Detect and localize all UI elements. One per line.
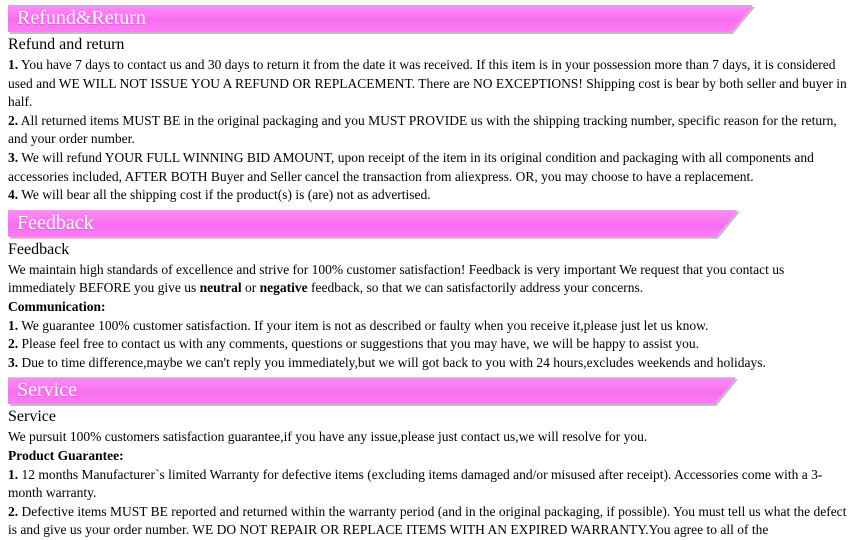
banner-title-feedback: Feedback [17, 211, 94, 234]
feedback-item-2: 2. Please feel free to contact us with a… [8, 335, 852, 354]
refund-item-4-text: We will bear all the shipping cost if th… [18, 187, 431, 203]
refund-item-2: 2. All returned items MUST BE in the ori… [8, 112, 852, 149]
refund-item-2-text: All returned items MUST BE in the origin… [8, 112, 837, 147]
feedback-intro-mid: or [241, 280, 260, 296]
service-item-1-number: 1. [8, 466, 19, 482]
banner-title-refund-return: Refund&Return [17, 7, 146, 29]
feedback-item-3-text: Due to time difference,maybe we can't re… [18, 354, 766, 370]
refund-item-2-number: 2. [8, 112, 19, 128]
refund-item-1: 1. You have 7 days to contact us and 30 … [8, 56, 852, 112]
feedback-intro: We maintain high standards of excellence… [8, 261, 852, 298]
banner-shape [8, 210, 738, 237]
feedback-communication-label: Communication: [8, 298, 106, 314]
banner-service: Service [8, 377, 864, 404]
banner-title-service: Service [17, 379, 77, 402]
banner-refund-return: Refund&Return [8, 5, 864, 32]
service-guarantee-label: Product Guarantee: [8, 447, 124, 463]
refund-item-4-number: 4. [8, 187, 19, 203]
refund-item-3-text: We will refund YOUR FULL WINNING BID AMO… [8, 149, 814, 184]
section-service: Service Service We pursuit 100% customer… [0, 377, 864, 540]
service-item-1-text: 12 months Manufacturer`s limited Warrant… [8, 466, 823, 501]
section-refund-return: Refund&Return Refund and return 1. You h… [0, 5, 864, 205]
service-intro: We pursuit 100% customers satisfaction g… [8, 429, 648, 445]
service-item-1: 1. 12 months Manufacturer`s limited Warr… [8, 466, 852, 503]
section-feedback: Feedback Feedback We maintain high stand… [0, 210, 864, 373]
service-item-2-text: Defective items MUST BE reported and ret… [8, 503, 847, 538]
feedback-intro-neutral: neutral [199, 280, 242, 296]
feedback-item-2-number: 2. [8, 336, 19, 352]
refund-item-3: 3. We will refund YOUR FULL WINNING BID … [8, 149, 852, 186]
subheading-service: Service [8, 408, 56, 426]
subheading-refund-return: Refund and return [8, 36, 125, 53]
banner-shape [8, 377, 736, 404]
feedback-intro-negative: negative [259, 280, 308, 296]
feedback-item-2-text: Please feel free to contact us with any … [18, 336, 700, 352]
refund-item-1-number: 1. [8, 57, 19, 72]
service-item-2-number: 2. [8, 503, 19, 519]
refund-item-3-number: 3. [8, 149, 19, 165]
refund-item-4: 4. We will bear all the shipping cost if… [8, 186, 852, 205]
feedback-intro-part2: feedback, so that we can satisfactorily … [307, 280, 644, 296]
feedback-item-1-text: We guarantee 100% customer satisfaction.… [18, 317, 709, 333]
subheading-feedback: Feedback [8, 240, 70, 258]
policy-page: Refund&Return Refund and return 1. You h… [0, 5, 864, 537]
service-item-2: 2. Defective items MUST BE reported and … [8, 503, 852, 540]
feedback-item-3: 3. Due to time difference,maybe we can't… [8, 354, 852, 373]
feedback-item-1: 1. We guarantee 100% customer satisfacti… [8, 317, 852, 336]
feedback-item-3-number: 3. [8, 354, 19, 370]
refund-item-1-text: You have 7 days to contact us and 30 day… [8, 57, 847, 110]
banner-feedback: Feedback [8, 210, 864, 237]
feedback-item-1-number: 1. [8, 317, 19, 333]
